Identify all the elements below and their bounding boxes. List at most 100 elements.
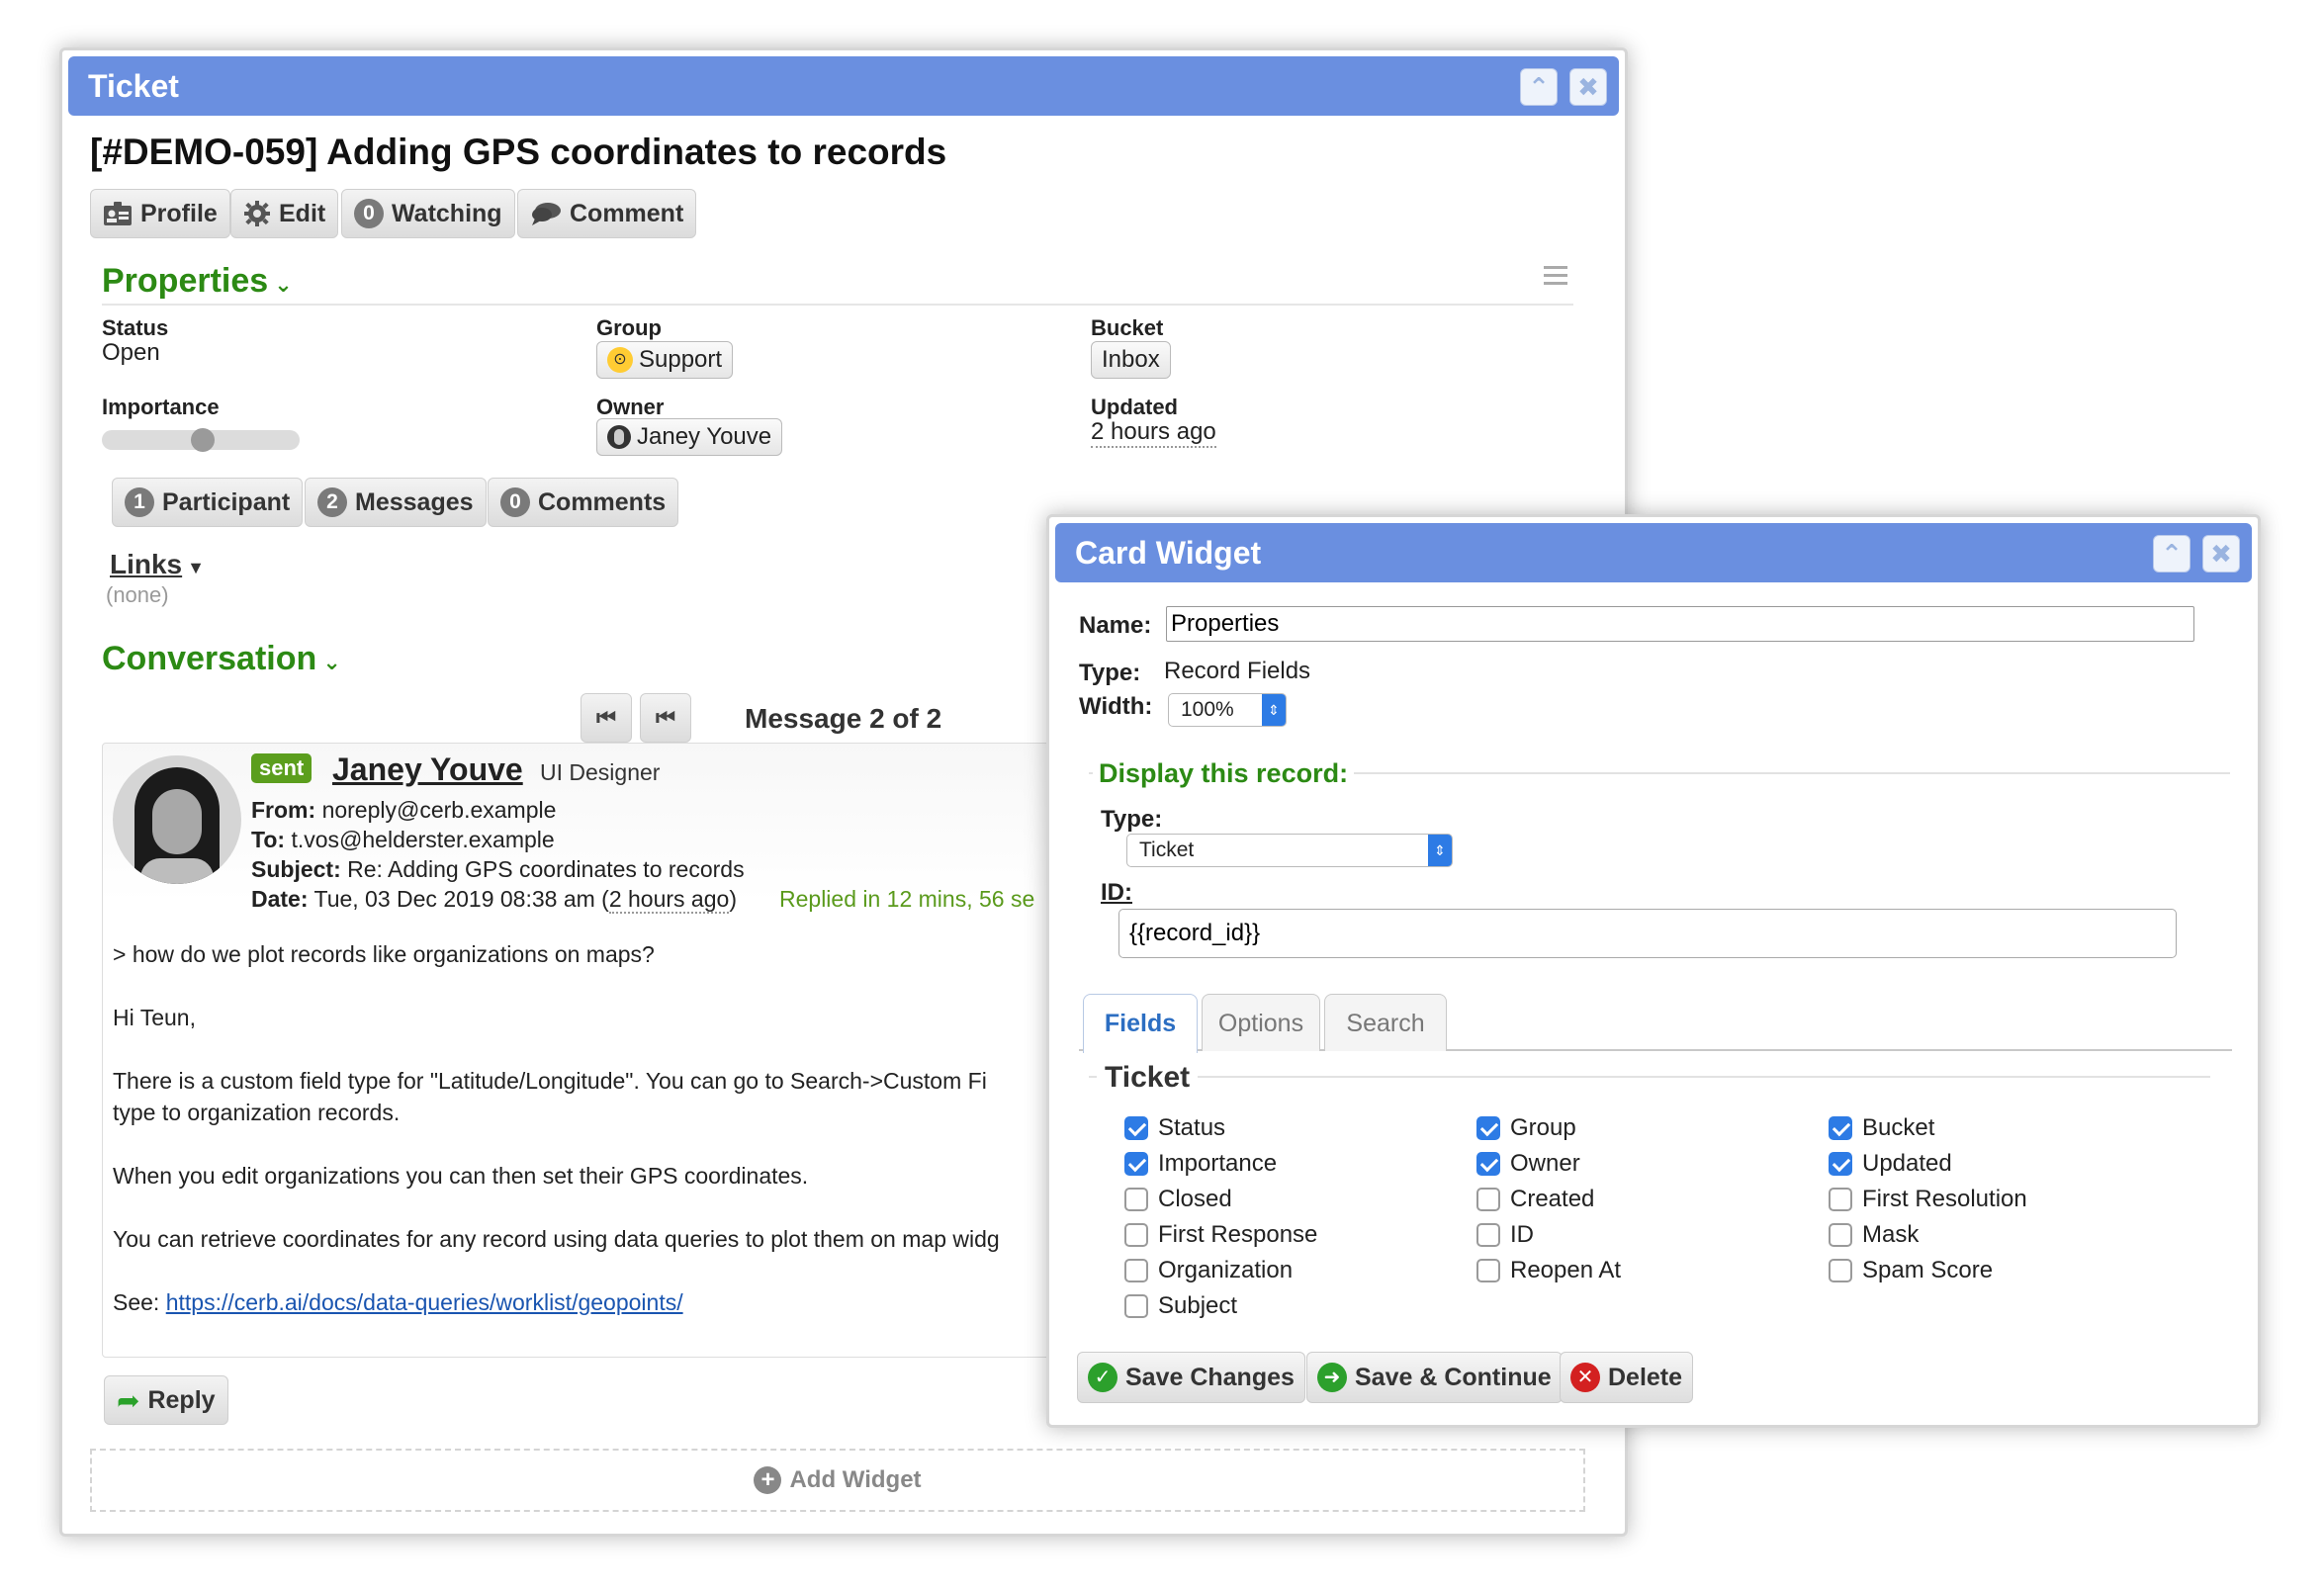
spam-score-field-label: Spam Score bbox=[1862, 1257, 1994, 1283]
links-value: (none) bbox=[106, 582, 169, 607]
body-paragraph-2: When you edit organizations you can then… bbox=[113, 1163, 809, 1189]
organization-checkbox[interactable] bbox=[1124, 1259, 1148, 1282]
created-checkbox[interactable] bbox=[1476, 1188, 1500, 1211]
sender-name[interactable]: Janey Youve bbox=[332, 751, 523, 788]
properties-divider bbox=[102, 304, 1573, 306]
comments-count: 0 bbox=[500, 487, 530, 517]
closed-checkbox[interactable] bbox=[1124, 1188, 1148, 1211]
group-value: Support bbox=[639, 346, 723, 373]
importance-checkbox[interactable] bbox=[1124, 1152, 1148, 1176]
first-resolution-checkbox[interactable] bbox=[1829, 1188, 1852, 1211]
watching-button[interactable]: 0 Watching bbox=[341, 189, 515, 238]
close-icon[interactable]: ✖ bbox=[1569, 68, 1607, 106]
reopen-at-checkbox[interactable] bbox=[1476, 1259, 1500, 1282]
group-checkbox[interactable] bbox=[1476, 1116, 1500, 1140]
record-type-label: Type: bbox=[1101, 806, 1163, 833]
body-paragraph-1a: There is a custom field type for "Latitu… bbox=[113, 1068, 987, 1094]
comment-button[interactable]: Comment bbox=[517, 189, 697, 238]
bucket-chip[interactable]: Inbox bbox=[1091, 341, 1171, 379]
messages-button[interactable]: 2 Messages bbox=[305, 478, 487, 527]
close-icon[interactable]: ✖ bbox=[2202, 535, 2240, 573]
updated-label: Updated bbox=[1091, 395, 1178, 419]
comments-button[interactable]: 0 Comments bbox=[488, 478, 679, 527]
type-label: Type: bbox=[1079, 660, 1141, 686]
importance-field-label: Importance bbox=[1158, 1150, 1278, 1177]
importance-slider-handle[interactable] bbox=[191, 428, 215, 452]
owner-checkbox[interactable] bbox=[1476, 1152, 1500, 1176]
name-input[interactable] bbox=[1166, 606, 2194, 642]
collapse-icon[interactable]: ⌃ bbox=[1520, 68, 1558, 106]
previous-message-button[interactable]: ⏮ bbox=[640, 693, 691, 743]
width-select[interactable]: 100% ⇕ bbox=[1168, 693, 1287, 727]
first-message-button[interactable]: ⏮ bbox=[581, 693, 632, 743]
importance-slider[interactable] bbox=[102, 428, 300, 452]
owner-field-label: Owner bbox=[1510, 1150, 1580, 1177]
watching-count: 0 bbox=[354, 199, 384, 228]
tab-fields[interactable]: Fields bbox=[1083, 994, 1198, 1053]
subject-checkbox[interactable] bbox=[1124, 1294, 1148, 1318]
collapse-icon[interactable]: ⌃ bbox=[2153, 535, 2190, 573]
card-widget-window: Card Widget ⌃ ✖ Name: Type: Record Field… bbox=[1046, 514, 2261, 1428]
properties-title[interactable]: Properties ⌄ bbox=[102, 262, 293, 301]
width-label: Width: bbox=[1079, 693, 1153, 720]
save-changes-label: Save Changes bbox=[1125, 1363, 1295, 1391]
save-continue-label: Save & Continue bbox=[1355, 1363, 1552, 1391]
delete-button[interactable]: ✕ Delete bbox=[1560, 1352, 1694, 1403]
type-value: Record Fields bbox=[1164, 658, 1311, 684]
bucket-checkbox[interactable] bbox=[1829, 1116, 1852, 1140]
reply-button[interactable]: ➦ Reply bbox=[104, 1375, 228, 1425]
geopoints-doc-link[interactable]: https://cerb.ai/docs/data-queries/workli… bbox=[166, 1289, 683, 1315]
closed-field-label: Closed bbox=[1158, 1186, 1232, 1212]
id-field-label: ID bbox=[1510, 1221, 1534, 1248]
edit-button[interactable]: Edit bbox=[230, 189, 339, 238]
see-line: See: https://cerb.ai/docs/data-queries/w… bbox=[113, 1289, 683, 1315]
message-pager: Message 2 of 2 bbox=[745, 703, 942, 734]
status-checkbox[interactable] bbox=[1124, 1116, 1148, 1140]
group-label: Group bbox=[596, 315, 662, 340]
spam-score-checkbox[interactable] bbox=[1829, 1259, 1852, 1282]
status-label: Status bbox=[102, 315, 169, 340]
record-type-select[interactable]: Ticket ⇕ bbox=[1126, 834, 1453, 867]
sender-avatar bbox=[113, 755, 241, 884]
reply-label: Reply bbox=[147, 1385, 216, 1414]
save-changes-button[interactable]: ✓ Save Changes bbox=[1077, 1352, 1305, 1403]
from-line: From: noreply@cerb.example bbox=[251, 797, 557, 823]
first-resolution-field-label: First Resolution bbox=[1862, 1186, 2027, 1212]
ticket-titlebar[interactable]: Ticket ⌃ ✖ bbox=[68, 56, 1619, 116]
id-checkbox[interactable] bbox=[1476, 1223, 1500, 1247]
links-dropdown[interactable]: Links ▼ bbox=[110, 549, 205, 580]
conversation-title[interactable]: Conversation ⌄ bbox=[102, 640, 341, 678]
id-input[interactable] bbox=[1118, 909, 2177, 958]
comment-label: Comment bbox=[570, 199, 684, 227]
tab-options[interactable]: Options bbox=[1202, 994, 1320, 1051]
add-widget-area[interactable]: + Add Widget bbox=[90, 1449, 1585, 1512]
id-card-icon bbox=[104, 202, 132, 225]
scream-emoji-icon: ⊙ bbox=[607, 347, 633, 373]
chevron-down-icon: ⌄ bbox=[316, 650, 341, 674]
participant-button[interactable]: 1 Participant bbox=[112, 478, 304, 527]
subject-field-label: Subject bbox=[1158, 1292, 1238, 1319]
participant-label: Participant bbox=[162, 487, 291, 516]
group-chip[interactable]: ⊙ Support bbox=[596, 341, 734, 379]
tab-search[interactable]: Search bbox=[1324, 994, 1447, 1051]
gear-icon bbox=[244, 201, 270, 226]
first-response-checkbox[interactable] bbox=[1124, 1223, 1148, 1247]
reply-arrow-icon: ➦ bbox=[117, 1384, 140, 1416]
reopen-at-field-label: Reopen At bbox=[1510, 1257, 1622, 1283]
select-arrows-icon: ⇕ bbox=[1428, 835, 1452, 866]
owner-chip[interactable]: Janey Youve bbox=[596, 418, 783, 456]
card-widget-titlebar[interactable]: Card Widget ⌃ ✖ bbox=[1055, 523, 2252, 582]
save-continue-button[interactable]: ➜ Save & Continue bbox=[1306, 1352, 1563, 1403]
group-field-label: Group bbox=[1510, 1114, 1576, 1141]
widget-menu-icon[interactable] bbox=[1544, 266, 1567, 285]
sent-badge: sent bbox=[251, 753, 313, 783]
mask-checkbox[interactable] bbox=[1829, 1223, 1852, 1247]
mask-field-label: Mask bbox=[1862, 1221, 1920, 1248]
add-circle-icon: + bbox=[754, 1466, 782, 1494]
subject-line: Subject: Re: Adding GPS coordinates to r… bbox=[251, 856, 745, 882]
messages-count: 2 bbox=[317, 487, 347, 517]
skip-first-icon: ⏮ bbox=[596, 705, 616, 730]
updated-checkbox[interactable] bbox=[1829, 1152, 1852, 1176]
body-paragraph-3: You can retrieve coordinates for any rec… bbox=[113, 1226, 1000, 1252]
profile-button[interactable]: Profile bbox=[90, 189, 230, 238]
